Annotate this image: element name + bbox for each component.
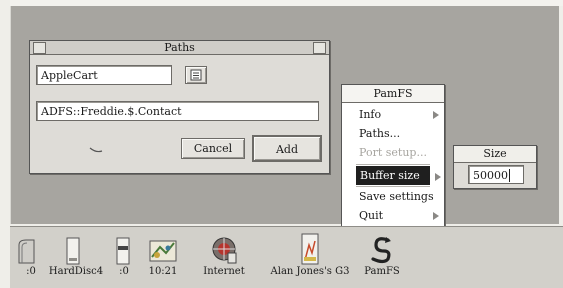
menu-item-quit-label: Quit (359, 209, 384, 222)
menu-item-info[interactable]: Info (342, 105, 442, 124)
iconbar-label: 10:21 (148, 266, 178, 277)
pamfs-menu: PamFS Info Paths... Port setup... Buffer… (341, 84, 445, 228)
iconbar-pamfs[interactable]: PamFS (362, 227, 402, 288)
pamfs-menu-title: PamFS (342, 85, 444, 103)
paint-app-icon (149, 240, 177, 262)
cancel-button[interactable]: Cancel (181, 138, 245, 159)
drag-mark-icon (89, 147, 103, 153)
icon-bar: :0 HardDisc4 :0 10:21 Internet Alan Jone… (10, 226, 563, 288)
menu-separator (356, 164, 430, 165)
menu-item-save-settings-label: Save settings (359, 190, 434, 203)
network-computer-icon (301, 233, 319, 265)
menu-item-save-settings[interactable]: Save settings (342, 187, 442, 206)
path-field-value: ADFS::Freddie.$.Contact (41, 105, 182, 118)
toggle-size-icon[interactable] (313, 42, 326, 54)
menu-item-paths-label: Paths... (359, 127, 401, 140)
iconbar-label: PamFS (364, 266, 400, 277)
iconbar-floppy-drive[interactable]: :0 (12, 227, 42, 288)
menu-popup-button[interactable] (185, 66, 207, 84)
buffer-size-input[interactable]: 50000 (468, 165, 524, 184)
iconbar-label: :0 (26, 266, 36, 277)
iconbar-label: Alan Jones's G3 (270, 266, 350, 277)
paths-titlebar[interactable]: Paths (30, 41, 329, 55)
menu-item-info-label: Info (359, 108, 382, 121)
menu-item-buffer-size-label: Buffer size (360, 169, 420, 182)
iconbar-ram-disc[interactable]: :0 (110, 227, 136, 288)
add-button[interactable]: Add (252, 135, 322, 162)
submenu-arrow-icon (435, 173, 441, 181)
iconbar-clock-app[interactable]: 10:21 (142, 227, 184, 288)
text-caret (509, 169, 510, 182)
menu-item-quit[interactable]: Quit (342, 206, 442, 225)
buffer-size-value: 50000 (473, 169, 508, 182)
submenu-arrow-icon (433, 111, 439, 119)
iconbar-label: :0 (119, 266, 129, 277)
iconbar-hard-disc[interactable]: HardDisc4 (48, 227, 103, 288)
path-field[interactable]: ADFS::Freddie.$.Contact (36, 101, 319, 121)
iconbar-network-share[interactable]: Alan Jones's G3 (264, 227, 356, 288)
internet-globe-icon (212, 237, 237, 264)
menu-item-port-setup-label: Port setup... (359, 146, 427, 159)
paths-window: Paths AppleCart ADFS::Freddie.$.Contact … (29, 40, 330, 174)
iconbar-label: Internet (203, 266, 245, 277)
name-field-value: AppleCart (41, 69, 98, 82)
iconbar-internet[interactable]: Internet (198, 227, 250, 288)
list-menu-icon (190, 69, 202, 81)
cancel-label: Cancel (193, 142, 233, 155)
menu-item-port-setup: Port setup... (342, 143, 442, 162)
size-submenu: Size 50000 (453, 145, 537, 189)
menu-item-paths[interactable]: Paths... (342, 124, 442, 143)
menu-item-buffer-size[interactable]: Buffer size (356, 166, 430, 185)
back-icon[interactable] (33, 42, 46, 54)
name-field[interactable]: AppleCart (36, 65, 172, 85)
size-submenu-title: Size (454, 146, 536, 163)
ram-disc-icon (116, 237, 130, 265)
iconbar-label: HardDisc4 (48, 266, 104, 277)
add-label: Add (275, 143, 299, 156)
submenu-arrow-icon (433, 212, 439, 220)
floppy-drive-icon (18, 239, 35, 264)
pamfs-app-icon (371, 237, 391, 264)
paths-title: Paths (164, 41, 195, 54)
hard-disc-icon (66, 237, 80, 265)
